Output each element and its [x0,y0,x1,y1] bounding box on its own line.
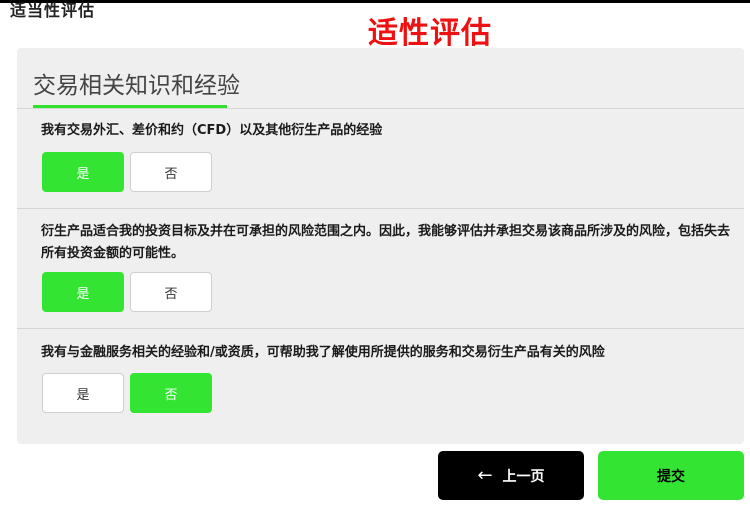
question-2-yes-button[interactable]: 是 [42,272,124,312]
question-3-no-button[interactable]: 否 [130,373,212,413]
previous-page-button[interactable]: ← 上一页 [438,451,584,500]
question-3-text: 我有与金融服务相关的经验和/或资质，可帮助我了解使用所提供的服务和交易衍生产品有… [41,345,605,360]
question-2-text: 衍生产品适合我的投资目标及并在可承担的风险范围之内。因此，我能够评估并承担交易该… [41,224,731,261]
submit-button[interactable]: 提交 [598,451,744,500]
page-title: 适性评估 [368,16,492,51]
question-1-yes-button[interactable]: 是 [42,152,124,192]
section-title: 交易相关知识和经验 [33,73,240,99]
question-3-yes-button[interactable]: 是 [42,373,124,413]
question-1-text: 我有交易外汇、差价和约（CFD）以及其他衍生产品的经验 [41,123,383,138]
question-1: 我有交易外汇、差价和约（CFD）以及其他衍生产品的经验 是 否 [17,109,744,208]
previous-page-label: 上一页 [502,468,545,485]
question-3: 我有与金融服务相关的经验和/或资质，可帮助我了解使用所提供的服务和交易衍生产品有… [17,329,744,439]
question-1-no-button[interactable]: 否 [130,152,212,192]
question-2: 衍生产品适合我的投资目标及并在可承担的风险范围之内。因此，我能够评估并承担交易该… [17,209,744,328]
arrow-left-icon: ← [477,465,493,486]
assessment-panel: 交易相关知识和经验 我有交易外汇、差价和约（CFD）以及其他衍生产品的经验 是 … [17,48,744,444]
top-border [0,0,750,3]
question-2-no-button[interactable]: 否 [130,272,212,312]
